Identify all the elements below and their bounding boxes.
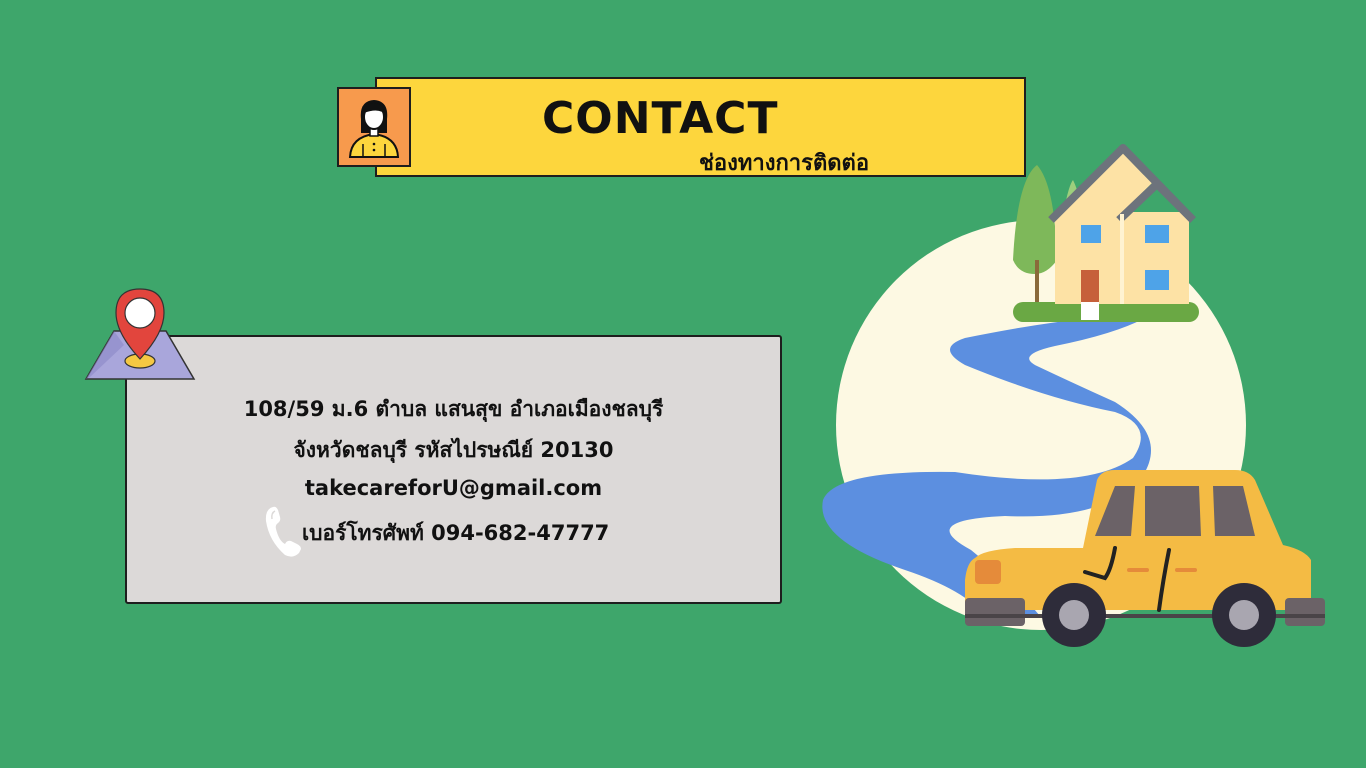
avatar bbox=[337, 87, 411, 167]
woman-avatar-icon bbox=[348, 100, 400, 158]
email-text[interactable]: takecareforU@gmail.com bbox=[127, 476, 780, 500]
page-title: CONTACT bbox=[542, 93, 779, 144]
house-road-car-illustration bbox=[815, 140, 1335, 664]
address-line-2: จังหวัดชลบุรี รหัสไปรษณีย์ 20130 bbox=[293, 438, 614, 462]
phone-text[interactable]: เบอร์โทรศัพท์ 094-682-47777 bbox=[302, 517, 609, 550]
phone-icon bbox=[263, 505, 305, 563]
location-pin-icon bbox=[84, 285, 196, 387]
address-line-1: 108/59 ม.6 ตำบล แสนสุข อำเภอเมืองชลบุรี bbox=[243, 397, 664, 421]
contact-card: 108/59 ม.6 ตำบล แสนสุข อำเภอเมืองชลบุรี … bbox=[125, 335, 782, 604]
